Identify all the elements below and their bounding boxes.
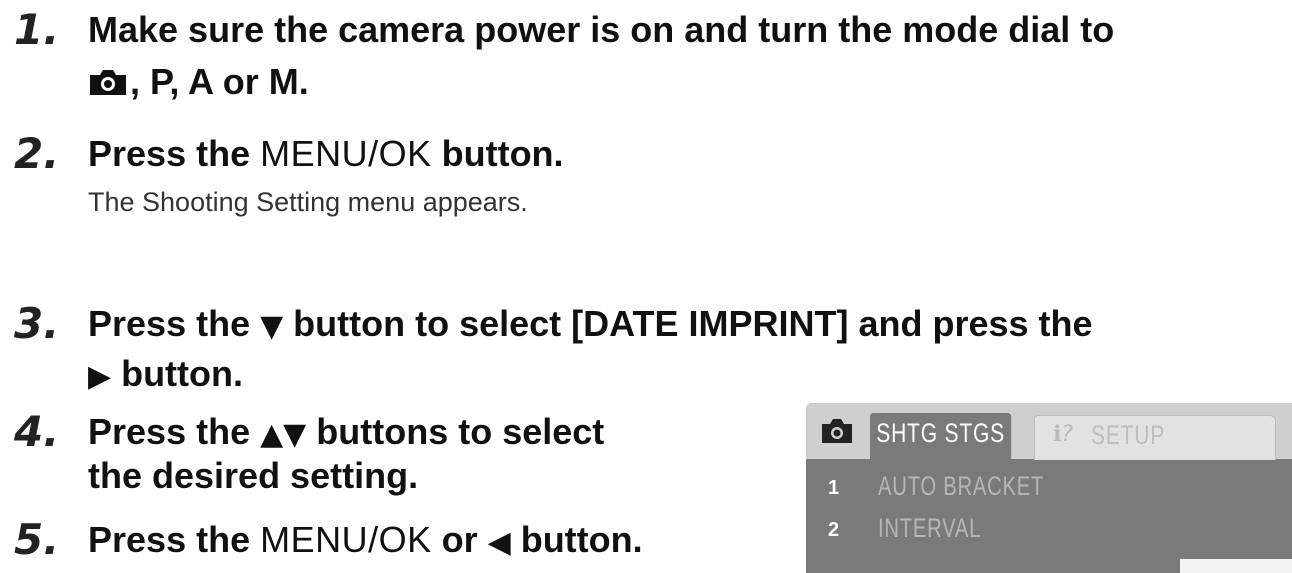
instruction-text: Press the bbox=[88, 133, 261, 174]
step-number: 4. bbox=[14, 407, 60, 456]
camera-icon bbox=[90, 70, 126, 95]
step-instruction-line: the desired setting. bbox=[88, 455, 419, 496]
menu-row-interval[interactable]: 2 INTERVAL bbox=[806, 511, 1292, 551]
menu-row-auto-bracket[interactable]: 1 AUTO BRACKET bbox=[806, 469, 1292, 509]
lcd-tab-bar: SHTG STGS ℹ? SETUP bbox=[806, 403, 1292, 460]
down-arrow-icon: ▼ bbox=[260, 309, 284, 344]
instruction-text: button. bbox=[510, 519, 643, 560]
instruction-text: buttons to select bbox=[306, 411, 605, 452]
setting-value-box bbox=[1180, 559, 1292, 573]
tab-shooting-settings[interactable]: SHTG STGS bbox=[870, 413, 1012, 459]
menu-item-label: AUTO BRACKET bbox=[878, 471, 1045, 501]
page-number: 1 bbox=[828, 477, 840, 499]
left-arrow-icon: ◀ bbox=[487, 525, 511, 560]
step-number: 2. bbox=[14, 129, 60, 178]
step-instruction-line: Press the ▼ button to select [DATE IMPRI… bbox=[88, 298, 1093, 353]
step-number: 3. bbox=[14, 299, 60, 348]
camera-icon bbox=[822, 419, 852, 443]
step-instruction-line: Make sure the camera power is on and tur… bbox=[88, 9, 1115, 50]
step-number: 5. bbox=[14, 515, 60, 564]
camera-lcd-screen: SHTG STGS ℹ? SETUP 1 AUTO BRACKET 2 INTE… bbox=[806, 403, 1292, 573]
wrench-icon: ℹ? bbox=[1053, 422, 1074, 447]
instruction-text: Press the bbox=[88, 303, 261, 344]
step-number: 1. bbox=[14, 5, 60, 54]
menu-item-label: INTERVAL bbox=[878, 513, 982, 543]
step-instruction-line: Press the MENU/OK or ◀ button. bbox=[88, 514, 643, 569]
right-arrow-icon: ▶ bbox=[88, 359, 112, 394]
instruction-text: or bbox=[431, 519, 488, 560]
step-result-note: The Shooting Setting menu appears. bbox=[88, 187, 528, 217]
step-instruction-line: , P, A or M. bbox=[88, 56, 309, 108]
mode-list: , P, A or M. bbox=[130, 61, 309, 102]
instruction-text: button. bbox=[431, 133, 564, 174]
page-number: 2 bbox=[828, 519, 840, 541]
instruction-text: Press the bbox=[88, 411, 261, 452]
up-down-arrows-icon: ▲▼ bbox=[260, 417, 307, 452]
instruction-text: Press the bbox=[88, 519, 261, 560]
step-instruction-line: ▶ button. bbox=[88, 348, 243, 403]
tab-setup[interactable]: ℹ? SETUP bbox=[1034, 415, 1276, 460]
menu-ok-button-label: MENU/OK bbox=[260, 133, 432, 174]
menu-ok-button-label: MENU/OK bbox=[260, 519, 432, 560]
instruction-text: button to select [DATE IMPRINT] and pres… bbox=[283, 303, 1093, 344]
tab-setup-label: SETUP bbox=[1091, 420, 1166, 450]
instruction-text: button. bbox=[111, 353, 244, 394]
step-instruction-line: Press the MENU/OK button. bbox=[88, 128, 564, 180]
